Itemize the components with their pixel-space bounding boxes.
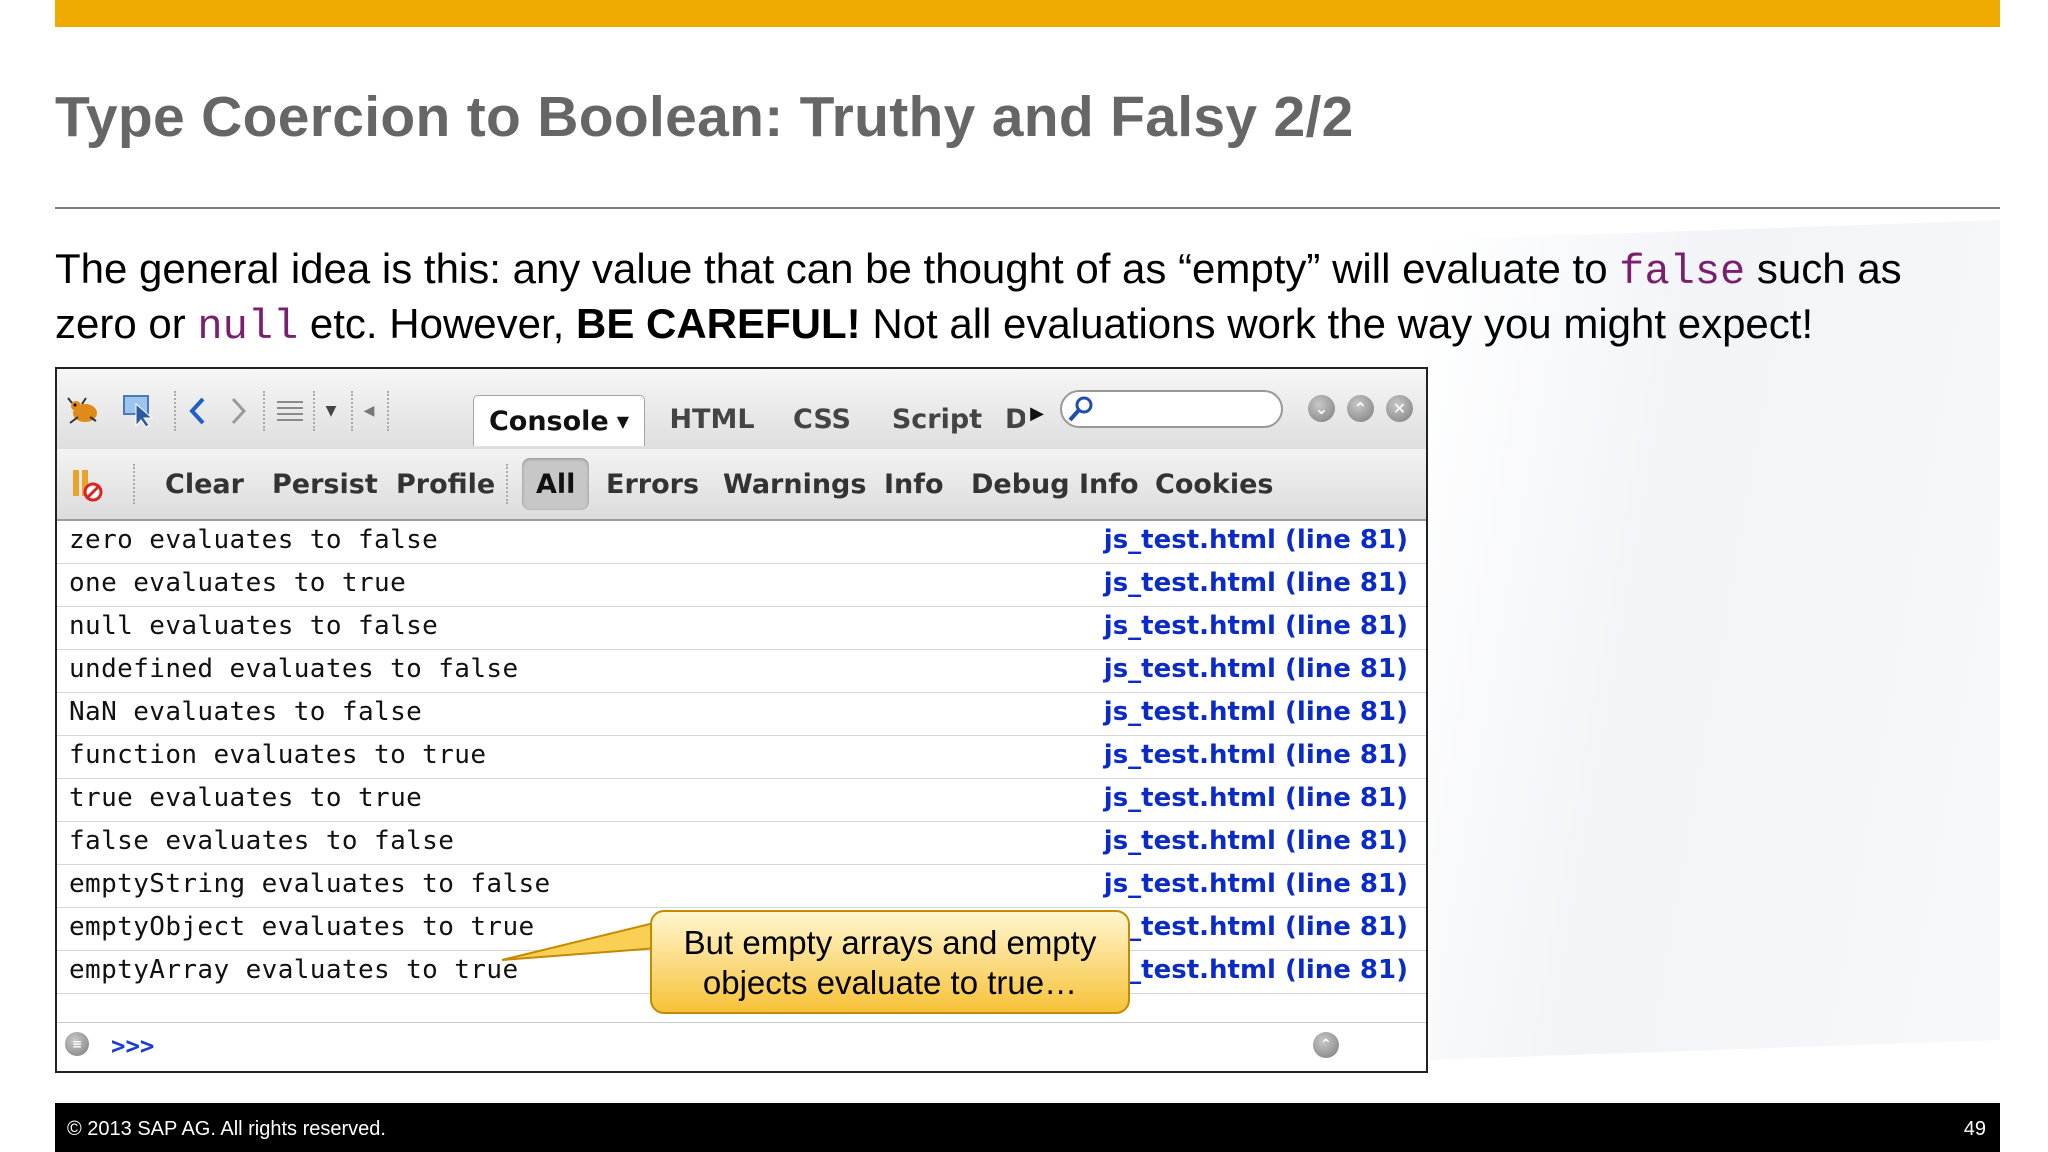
tab-script[interactable]: Script <box>887 397 987 441</box>
toolbar-separator <box>506 464 508 504</box>
firebug-bug-icon[interactable] <box>65 393 105 429</box>
top-accent-bar <box>55 0 2000 27</box>
toolbar-separator <box>263 391 265 431</box>
command-prompt: >>> <box>111 1032 155 1060</box>
callout-note: But empty arrays and empty objects evalu… <box>650 910 1130 1014</box>
log-row: function evaluates to true js_test.html (… <box>57 736 1426 779</box>
filter-cookies-button[interactable]: Cookies <box>1155 449 1274 519</box>
filter-errors-button[interactable]: Errors <box>606 449 699 519</box>
source-link[interactable]: js_test.html (line 81) <box>1104 955 1408 985</box>
detach-icon[interactable]: ⌃ <box>1347 395 1374 422</box>
body-text: etc. However, <box>298 300 576 347</box>
search-icon <box>1066 394 1096 424</box>
source-link[interactable]: js_test.html (line 81) <box>1104 826 1408 856</box>
slide-footer: © 2013 SAP AG. All rights reserved. 49 <box>55 1103 2000 1152</box>
log-row: false evaluates to false js_test.html (li… <box>57 822 1426 865</box>
filter-warnings-button[interactable]: Warnings <box>723 449 866 519</box>
toolbar-separator <box>313 391 315 431</box>
chevron-down-icon: ▼ <box>616 411 630 431</box>
source-link[interactable]: js_test.html (line 81) <box>1104 783 1408 813</box>
body-text: zero or <box>55 300 198 347</box>
command-line[interactable]: ≡ >>> ⌃ <box>57 1022 1426 1071</box>
body-line-1: The general idea is this: any value that… <box>55 243 2000 298</box>
code-false: false <box>1619 248 1746 296</box>
log-row: null evaluates to false js_test.html (lin… <box>57 607 1426 650</box>
source-link[interactable]: js_test.html (line 81) <box>1104 869 1408 899</box>
log-row: emptyString evaluates to false js_test.ht… <box>57 865 1426 908</box>
page-number: 49 <box>1963 1118 1986 1140</box>
toolbar-separator <box>174 391 176 431</box>
filter-all-button[interactable]: All <box>522 458 590 510</box>
body-text: The general idea is this: any value that… <box>55 245 1620 292</box>
tab-console[interactable]: Console ▼ <box>473 395 645 446</box>
warning-text: BE CAREFUL! <box>576 300 861 347</box>
dropdown-caret-icon[interactable]: ▼ <box>319 399 343 423</box>
copyright-text: © 2013 SAP AG. All rights reserved. <box>67 1118 386 1140</box>
firebug-main-toolbar: ▼ ◀ Console ▼ HTML CSS Script D ▶ ⌄ ⌃ ✕ <box>57 369 1426 450</box>
log-message: undefined evaluates to false <box>69 654 519 684</box>
log-message: one evaluates to true <box>69 568 407 598</box>
callout-line-1: But empty arrays and empty <box>683 924 1097 961</box>
persist-button[interactable]: Persist <box>272 449 378 519</box>
tab-css[interactable]: CSS <box>789 397 855 441</box>
slide-body: The general idea is this: any value that… <box>55 243 2000 353</box>
code-null: null <box>197 303 299 351</box>
log-message: function evaluates to true <box>69 740 487 770</box>
minimize-icon[interactable]: ⌄ <box>1308 395 1335 422</box>
source-link[interactable]: js_test.html (line 81) <box>1104 568 1408 598</box>
expand-command-icon[interactable]: ⌃ <box>1313 1032 1339 1058</box>
close-icon[interactable]: ✕ <box>1386 395 1413 422</box>
source-link[interactable]: js_test.html (line 81) <box>1104 654 1408 684</box>
toolbar-separator <box>351 391 353 431</box>
toolbar-separator <box>387 391 389 431</box>
list-icon[interactable] <box>273 395 307 427</box>
log-row: undefined evaluates to false js_test.html… <box>57 650 1426 693</box>
console-toolbar: Clear Persist Profile All Errors Warning… <box>57 449 1426 521</box>
log-row: true evaluates to true js_test.html (line… <box>57 779 1426 822</box>
tab-scroll-left-icon[interactable]: ◀ <box>357 399 381 423</box>
filter-info-button[interactable]: Info <box>884 449 944 519</box>
tab-dom-truncated[interactable]: D <box>1005 397 1025 441</box>
back-arrow-icon[interactable] <box>183 393 213 429</box>
log-message: emptyString evaluates to false <box>69 869 551 899</box>
log-message: null evaluates to false <box>69 611 439 641</box>
log-message: NaN evaluates to false <box>69 697 423 727</box>
source-link[interactable]: js_test.html (line 81) <box>1104 525 1408 555</box>
forward-arrow-icon[interactable] <box>223 393 253 429</box>
title-divider <box>55 207 2000 209</box>
body-line-2: zero or null etc. However, BE CAREFUL! N… <box>55 298 2000 353</box>
filter-debug-info-button[interactable]: Debug Info <box>971 449 1139 519</box>
toolbar-separator <box>133 464 135 504</box>
profile-button[interactable]: Profile <box>396 449 495 519</box>
source-link[interactable]: js_test.html (line 81) <box>1104 912 1408 942</box>
tab-console-label: Console <box>488 405 609 437</box>
log-message: emptyObject evaluates to true <box>69 912 535 942</box>
clear-button[interactable]: Clear <box>165 449 244 519</box>
body-text: such as <box>1745 245 1902 292</box>
callout-line-2: objects evaluate to true… <box>702 964 1078 1001</box>
log-row: one evaluates to true js_test.html (line … <box>57 564 1426 607</box>
tab-html[interactable]: HTML <box>667 397 757 441</box>
menu-icon[interactable]: ≡ <box>65 1032 89 1056</box>
source-link[interactable]: js_test.html (line 81) <box>1104 697 1408 727</box>
tab-scroll-right-icon[interactable]: ▶ <box>1027 401 1047 425</box>
log-row: zero evaluates to false js_test.html (lin… <box>57 521 1426 564</box>
log-row: NaN evaluates to false js_test.html (line… <box>57 693 1426 736</box>
log-message: zero evaluates to false <box>69 525 439 555</box>
log-message: true evaluates to true <box>69 783 423 813</box>
inspect-icon[interactable] <box>121 393 159 429</box>
search-input[interactable] <box>1060 390 1283 428</box>
callout-pointer <box>501 920 659 961</box>
source-link[interactable]: js_test.html (line 81) <box>1104 611 1408 641</box>
log-message: emptyArray evaluates to true <box>69 955 519 985</box>
source-link[interactable]: js_test.html (line 81) <box>1104 740 1408 770</box>
slide-title: Type Coercion to Boolean: Truthy and Fal… <box>55 85 1354 149</box>
log-message: false evaluates to false <box>69 826 455 856</box>
break-on-error-icon[interactable] <box>69 465 103 503</box>
body-text: Not all evaluations work the way you mig… <box>860 300 1814 347</box>
